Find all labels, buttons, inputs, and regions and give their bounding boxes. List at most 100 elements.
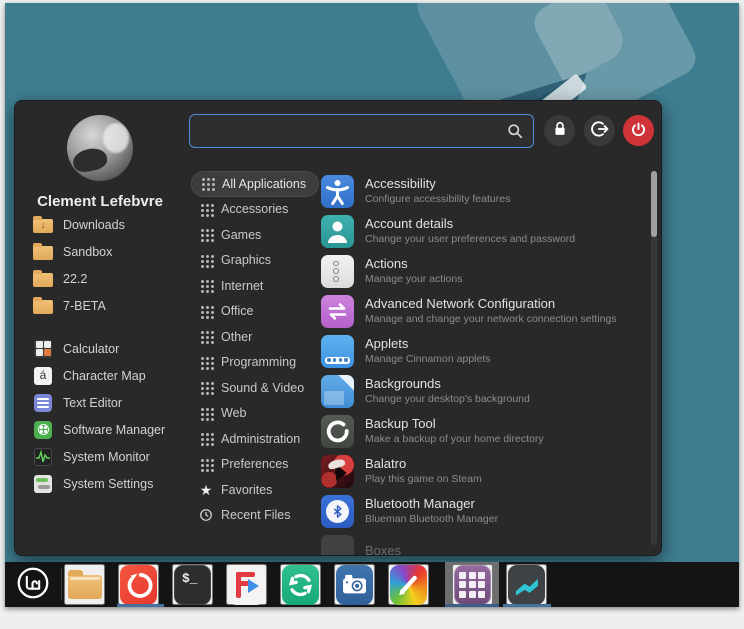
grid-icon xyxy=(199,457,213,471)
screen: Clement Lefebvre Downloads Sandbox 22.2 xyxy=(5,3,739,607)
firefox-running-indicator xyxy=(117,604,164,607)
category-administration[interactable]: Administration xyxy=(191,426,319,452)
category-all-applications[interactable]: All Applications xyxy=(191,171,319,197)
place-7-beta[interactable]: 7-BETA xyxy=(15,292,185,319)
place-22-2[interactable]: 22.2 xyxy=(15,265,185,292)
app-backup-tool[interactable]: Backup ToolMake a backup of your home di… xyxy=(321,411,645,451)
taskbar: $_ xyxy=(5,562,739,607)
category-recent-files[interactable]: Recent Files xyxy=(191,503,319,529)
app-bluetooth-manager[interactable]: Bluetooth ManagerBlueman Bluetooth Manag… xyxy=(321,491,645,531)
terminal-icon: $_ xyxy=(174,565,211,605)
sidebar-item-software-manager[interactable]: Software Manager xyxy=(15,416,185,443)
taskbar-separator xyxy=(61,568,62,601)
category-sound-video[interactable]: Sound & Video xyxy=(191,375,319,401)
grid-icon xyxy=(200,177,214,191)
category-favorites[interactable]: ★Favorites xyxy=(191,477,319,503)
grid-icon xyxy=(199,406,213,420)
warp-running-indicator xyxy=(503,604,551,607)
system-settings-icon xyxy=(33,474,53,494)
category-list: All Applications Accessories Games Graph… xyxy=(191,171,319,528)
network-configuration-icon xyxy=(321,295,354,328)
logout-button[interactable] xyxy=(584,115,615,146)
sidebar-item-calculator[interactable]: Calculator xyxy=(15,335,185,362)
taskbar-f-browser[interactable] xyxy=(226,564,267,605)
app-account-details[interactable]: Account detailsChange your user preferen… xyxy=(321,211,645,251)
text-editor-icon xyxy=(33,393,53,413)
place-downloads[interactable]: Downloads xyxy=(15,211,185,238)
category-preferences[interactable]: Preferences xyxy=(191,452,319,478)
category-graphics[interactable]: Graphics xyxy=(191,248,319,274)
category-other[interactable]: Other xyxy=(191,324,319,350)
grid-icon xyxy=(199,202,213,216)
camera-icon xyxy=(336,565,373,605)
scrollbar-thumb[interactable] xyxy=(651,171,657,237)
app-applets[interactable]: AppletsManage Cinnamon applets xyxy=(321,331,645,371)
cinnamon-main-menu: Clement Lefebvre Downloads Sandbox 22.2 xyxy=(14,100,662,556)
search-row xyxy=(185,113,662,149)
accessibility-icon xyxy=(321,175,354,208)
f-logo-app-icon xyxy=(228,565,265,605)
app-list-scrollbar[interactable] xyxy=(651,171,657,545)
lock-icon xyxy=(550,119,570,142)
actions-icon xyxy=(321,255,354,288)
category-programming[interactable]: Programming xyxy=(191,350,319,376)
sidebar-item-system-settings[interactable]: System Settings xyxy=(15,470,185,497)
app-backgrounds[interactable]: BackgroundsChange your desktop's backgro… xyxy=(321,371,645,411)
app-advanced-network-configuration[interactable]: Advanced Network ConfigurationManage and… xyxy=(321,291,645,331)
mint-menu-button[interactable] xyxy=(12,564,53,605)
sidebar-item-text-editor[interactable]: Text Editor xyxy=(15,389,185,416)
app-balatro[interactable]: BalatroPlay this game on Steam xyxy=(321,451,645,491)
desktop[interactable]: Clement Lefebvre Downloads Sandbox 22.2 xyxy=(5,3,739,562)
application-list: AccessibilityConfigure accessibility fea… xyxy=(321,171,645,556)
bluetooth-icon xyxy=(321,495,354,528)
user-name: Clement Lefebvre xyxy=(15,193,185,210)
file-manager-icon xyxy=(66,565,103,605)
grid-icon xyxy=(199,253,213,267)
category-web[interactable]: Web xyxy=(191,401,319,427)
app-accessibility[interactable]: AccessibilityConfigure accessibility fea… xyxy=(321,171,645,211)
search-input[interactable] xyxy=(189,114,534,148)
sidebar-item-character-map[interactable]: á Character Map xyxy=(15,362,185,389)
taskbar-file-manager[interactable] xyxy=(64,564,105,605)
category-accessories[interactable]: Accessories xyxy=(191,197,319,223)
folder-icon xyxy=(33,269,53,289)
place-sandbox[interactable]: Sandbox xyxy=(15,238,185,265)
backgrounds-icon xyxy=(321,375,354,408)
webapp-running-indicator xyxy=(445,604,499,607)
menu-right-region: All Applications Accessories Games Graph… xyxy=(185,101,662,555)
places-list: Downloads Sandbox 22.2 7-BETA xyxy=(15,211,185,319)
logout-icon xyxy=(590,119,610,142)
power-button[interactable] xyxy=(623,115,654,146)
software-manager-icon xyxy=(33,420,53,440)
app-boxes[interactable]: Boxes xyxy=(321,531,645,556)
category-internet[interactable]: Internet xyxy=(191,273,319,299)
grid-icon xyxy=(199,355,213,369)
taskbar-webapp-grid[interactable] xyxy=(452,564,493,605)
grid-icon xyxy=(199,304,213,318)
taskbar-sync-app[interactable] xyxy=(280,564,321,605)
taskbar-warp-app[interactable] xyxy=(506,564,547,605)
taskbar-screenshot[interactable] xyxy=(334,564,375,605)
category-games[interactable]: Games xyxy=(191,222,319,248)
account-details-icon xyxy=(321,215,354,248)
user-avatar[interactable] xyxy=(67,115,133,181)
app-actions[interactable]: ActionsManage your actions xyxy=(321,251,645,291)
grid-icon xyxy=(199,381,213,395)
teal-arrow-app-icon xyxy=(508,565,545,605)
downloads-folder-icon xyxy=(33,215,53,235)
category-office[interactable]: Office xyxy=(191,299,319,325)
sidebar-item-system-monitor[interactable]: System Monitor xyxy=(15,443,185,470)
menu-left-pane: Clement Lefebvre Downloads Sandbox 22.2 xyxy=(15,101,185,555)
system-monitor-icon xyxy=(33,447,53,467)
taskbar-firefox[interactable] xyxy=(118,564,159,605)
folder-icon xyxy=(33,296,53,316)
grid-icon xyxy=(199,432,213,446)
recent-clock-icon xyxy=(199,508,213,522)
grid-icon xyxy=(199,279,213,293)
grid-icon xyxy=(199,228,213,242)
folder-icon xyxy=(33,242,53,262)
lock-screen-button[interactable] xyxy=(544,115,575,146)
search-icon xyxy=(505,121,525,141)
taskbar-drawing[interactable] xyxy=(388,564,429,605)
taskbar-terminal[interactable]: $_ xyxy=(172,564,213,605)
